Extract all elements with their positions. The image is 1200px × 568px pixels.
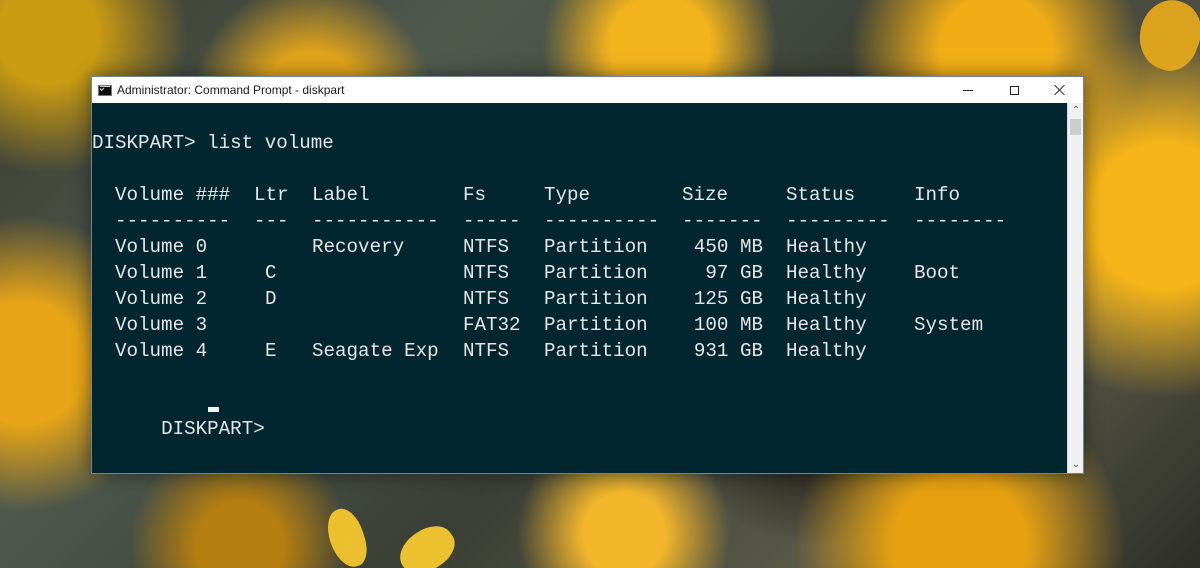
table-row: Volume 2 D NTFS Partition 125 GB Healthy (92, 286, 867, 312)
letter-cell: D (265, 288, 277, 310)
window-controls (945, 77, 1083, 103)
table-row: Volume 0 Recovery NTFS Partition 450 MB … (92, 234, 867, 260)
status-cell: Healthy (786, 314, 867, 336)
separator: --- (254, 210, 289, 232)
text-cursor (208, 407, 219, 412)
volume-cell: Volume 2 (115, 288, 208, 310)
scroll-up-button[interactable]: ⌃ (1068, 103, 1084, 119)
separator: ---------- (544, 210, 660, 232)
type-cell: Partition (544, 236, 648, 258)
table-row: Volume 4 E Seagate Exp NTFS Partition 93… (92, 338, 867, 364)
separator: --------- (786, 210, 890, 232)
column-header-size: Size (682, 184, 729, 206)
fs-cell: NTFS (463, 236, 510, 258)
title-bar[interactable]: Administrator: Command Prompt - diskpart (92, 77, 1083, 103)
vertical-scrollbar[interactable]: ⌃ ⌄ (1067, 103, 1083, 473)
column-header-ltr: Ltr (254, 184, 289, 206)
info-cell: System (914, 314, 984, 336)
size-cell: 450 MB (693, 236, 763, 258)
separator: -------- (914, 210, 1007, 232)
command-line: DISKPART> list volume (92, 132, 334, 154)
fs-cell: NTFS (463, 288, 510, 310)
fs-cell: NTFS (463, 262, 510, 284)
console-output[interactable]: DISKPART> list volume Volume ### Ltr Lab… (92, 103, 1067, 473)
volume-cell: Volume 0 (115, 236, 208, 258)
maximize-icon (1009, 85, 1019, 95)
volume-cell: Volume 3 (115, 314, 208, 336)
info-cell: Boot (914, 262, 961, 284)
background-flower-petal (391, 516, 463, 568)
status-cell: Healthy (786, 340, 867, 362)
separator: ----- (463, 210, 521, 232)
table-row: Volume 1 C NTFS Partition 97 GB Healthy … (92, 260, 960, 286)
fs-cell: NTFS (463, 340, 510, 362)
type-cell: Partition (544, 262, 648, 284)
column-header-fs: Fs (463, 184, 487, 206)
type-cell: Partition (544, 288, 648, 310)
prompt-text: DISKPART> (161, 418, 277, 440)
volume-cell: Volume 1 (115, 262, 208, 284)
separator: ----------- (312, 210, 439, 232)
prompt-line: DISKPART> (92, 390, 276, 440)
status-cell: Healthy (786, 288, 867, 310)
table-row: Volume 3 FAT32 Partition 100 MB Healthy … (92, 312, 983, 338)
column-header-type: Type (544, 184, 591, 206)
scroll-down-button[interactable]: ⌄ (1068, 457, 1084, 473)
status-cell: Healthy (786, 262, 867, 284)
letter-cell: C (265, 262, 277, 284)
table-header-row: Volume ### Ltr Label Fs Type Size Status… (92, 182, 960, 208)
table-separator-row: ---------- --- ----------- ----- -------… (92, 208, 1006, 234)
volume-cell: Volume 4 (115, 340, 208, 362)
column-header-info: Info (914, 184, 961, 206)
chevron-up-icon: ⌃ (1071, 105, 1081, 116)
column-header-label: Label (312, 184, 370, 206)
minimize-button[interactable] (945, 77, 991, 103)
letter-cell: E (265, 340, 277, 362)
column-header-volume: Volume ### (115, 184, 231, 206)
separator: ---------- (115, 210, 231, 232)
cmd-icon (98, 84, 112, 96)
separator: ------- (682, 210, 763, 232)
close-icon (1054, 84, 1066, 96)
label-cell: Seagate Exp (312, 340, 439, 362)
minimize-icon (963, 89, 973, 91)
size-cell: 100 MB (693, 314, 763, 336)
fs-cell: FAT32 (463, 314, 521, 336)
scroll-thumb[interactable] (1070, 119, 1081, 135)
close-button[interactable] (1037, 77, 1083, 103)
label-cell: Recovery (312, 236, 405, 258)
size-cell: 931 GB (693, 340, 763, 362)
background-flower-petal (321, 504, 373, 568)
maximize-button[interactable] (991, 77, 1037, 103)
type-cell: Partition (544, 340, 648, 362)
window-title: Administrator: Command Prompt - diskpart (117, 83, 345, 97)
chevron-down-icon: ⌄ (1071, 459, 1081, 470)
column-header-status: Status (786, 184, 856, 206)
type-cell: Partition (544, 314, 648, 336)
background-flower-petal (1129, 0, 1200, 79)
size-cell: 125 GB (693, 288, 763, 310)
command-prompt-window[interactable]: Administrator: Command Prompt - diskpart… (91, 76, 1084, 474)
size-cell: 97 GB (705, 262, 763, 284)
status-cell: Healthy (786, 236, 867, 258)
